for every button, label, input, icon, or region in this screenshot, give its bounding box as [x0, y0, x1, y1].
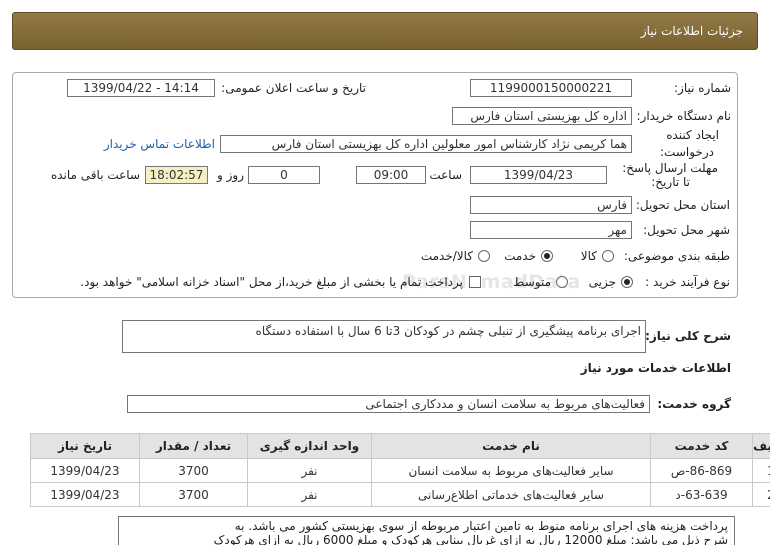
services-section-title: اطلاعات خدمات مورد نیاز: [580, 361, 731, 375]
description-field: اجرای برنامه پیشگیری از تنبلی چشم در کود…: [122, 320, 646, 353]
radio-icon[interactable]: [478, 250, 490, 262]
province-field: فارس: [470, 196, 632, 214]
cell-service-name: سایر فعالیت‌های خدماتی اطلاع‌رسانی: [371, 482, 651, 507]
option-label: کالا/خدمت: [420, 249, 473, 263]
need-number-field: 1199000150000221: [470, 79, 632, 97]
cell-row-number: 1: [752, 458, 770, 483]
deadline-time-label: ساعت: [429, 168, 462, 182]
page-title: جزئیات اطلاعات نیاز: [640, 24, 743, 38]
option-label: جزیی: [588, 275, 616, 289]
process-label: نوع فرآیند خرید :: [645, 275, 730, 289]
description-label: شرح کلی نیاز:: [645, 329, 731, 343]
remaining-days-field: 0: [248, 166, 320, 184]
cell-service-code: ص-86-869: [650, 458, 753, 483]
radio-icon[interactable]: [602, 250, 614, 262]
need-number-label: شماره نیاز:: [674, 81, 731, 95]
table-header-row: ردیف کد خدمت نام خدمت واحد اندازه گیری ت…: [30, 433, 770, 459]
services-table: ردیف کد خدمت نام خدمت واحد اندازه گیری ت…: [30, 433, 770, 507]
city-label: شهر محل تحویل:: [643, 223, 730, 237]
category-label: طبقه بندی موضوعی:: [623, 249, 730, 263]
service-code-text: ص-86-869: [670, 463, 733, 478]
radio-icon[interactable]: [556, 276, 568, 288]
col-header-service-name: نام خدمت: [371, 433, 651, 459]
remaining-days-label: روز و: [217, 168, 244, 182]
category-option-goods[interactable]: کالا: [581, 248, 614, 264]
service-group-label: گروه خدمت:: [657, 397, 731, 411]
creator-label-line1: ایجاد کننده: [666, 128, 719, 142]
category-option-service[interactable]: خدمت: [504, 248, 553, 264]
creator-field: هما کریمی نژاد کارشناس امور معلولین ادار…: [220, 135, 632, 153]
radio-icon[interactable]: [541, 250, 553, 262]
option-label: خدمت: [504, 249, 536, 263]
process-option-medium[interactable]: متوسط: [513, 274, 568, 290]
deadline-date-field: 1399/04/23: [470, 166, 607, 184]
cell-unit: نفر: [247, 482, 372, 507]
cell-service-code: د-63-639: [650, 482, 753, 507]
announce-datetime-field: 1399/04/22 - 14:14: [67, 79, 215, 97]
cell-row-number: 2: [752, 482, 770, 507]
col-header-unit: واحد اندازه گیری: [247, 433, 372, 459]
cell-quantity: 3700: [139, 482, 248, 507]
category-option-goods-service[interactable]: کالا/خدمت: [421, 248, 490, 264]
city-field: مهر: [470, 221, 632, 239]
table-row: 2 د-63-639 سایر فعالیت‌های خدماتی اطلاع‌…: [30, 482, 770, 507]
cell-need-date: 1399/04/23: [30, 458, 140, 483]
treasury-payment-option[interactable]: پرداخت تمام یا بخشی از مبلغ خرید،از محل …: [80, 274, 481, 290]
deadline-label-line2: تا تاریخ:: [651, 175, 690, 189]
province-label: استان محل تحویل:: [635, 198, 730, 212]
announce-datetime-label: تاریخ و ساعت اعلان عمومی:: [221, 81, 366, 95]
option-label: متوسط: [513, 275, 551, 289]
table-row: 1 ص-86-869 سایر فعالیت‌های مربوط به سلام…: [30, 458, 770, 483]
cell-need-date: 1399/04/23: [30, 482, 140, 507]
deadline-time-field: 09:00: [356, 166, 426, 184]
remaining-time-label: ساعت باقی مانده: [50, 168, 140, 182]
treasury-payment-label: پرداخت تمام یا بخشی از مبلغ خرید،از محل …: [80, 275, 463, 289]
col-header-row-number: ردیف: [752, 433, 770, 459]
col-header-need-date: تاریخ نیاز: [30, 433, 140, 459]
notes-box: پرداخت هزینه های اجرای برنامه منوط به تا…: [118, 516, 735, 545]
need-details-panel: [12, 72, 738, 298]
buyer-org-field: اداره کل بهزیستی استان فارس: [452, 107, 632, 125]
cell-unit: نفر: [247, 458, 372, 483]
header-bar: جزئیات اطلاعات نیاز: [12, 12, 758, 50]
col-header-quantity: تعداد / مقدار: [139, 433, 248, 459]
radio-icon[interactable]: [621, 276, 633, 288]
process-option-minor[interactable]: جزیی: [589, 274, 633, 290]
checkbox-icon[interactable]: [469, 276, 481, 288]
col-header-service-code: کد خدمت: [650, 433, 753, 459]
cell-service-name: سایر فعالیت‌های مربوط به سلامت انسان: [371, 458, 651, 483]
service-code-text: د-63-639: [675, 487, 728, 502]
service-group-field: فعالیت‌های مربوط به سلامت انسان و مددکار…: [127, 395, 650, 413]
note-line: پرداخت هزینه های اجرای برنامه منوط به تا…: [234, 519, 728, 533]
creator-label-line2: درخواست:: [660, 145, 714, 159]
remaining-time-field: 18:02:57: [145, 166, 208, 184]
cell-quantity: 3700: [139, 458, 248, 483]
buyer-org-label: نام دستگاه خریدار:: [636, 109, 732, 123]
note-line: شرح ذیل می باشد: مبلغ 12000 ریال به ازای…: [213, 533, 728, 545]
buyer-contact-link[interactable]: اطلاعات تماس خریدار: [104, 136, 215, 152]
option-label: کالا: [580, 249, 597, 263]
